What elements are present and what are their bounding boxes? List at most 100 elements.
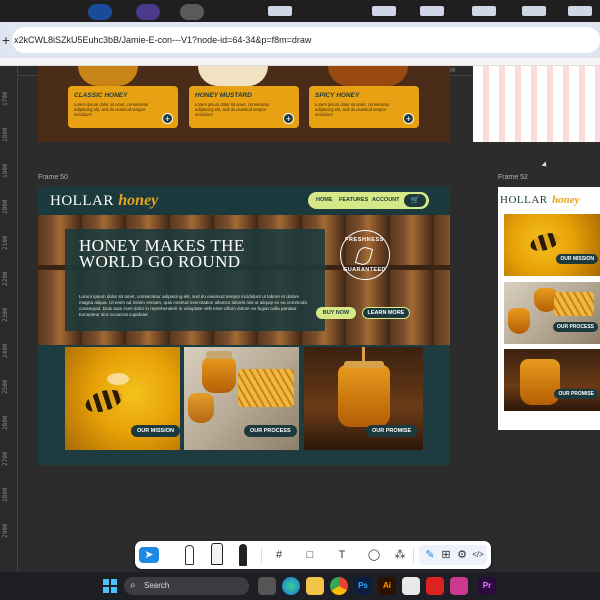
browser-tab-strip [0, 0, 600, 22]
edge-icon[interactable] [282, 577, 300, 595]
windows-start-icon[interactable] [103, 579, 117, 593]
add-button[interactable]: + [403, 113, 414, 124]
hero-body: Lorem ipsum dolor sit amet, consectetur … [79, 294, 308, 317]
comment-tool-icon[interactable]: ◯ [365, 547, 383, 563]
hero-section: HONEY MAKES THE WORLD GO ROUND Lorem ips… [38, 215, 450, 345]
dev-mode-icon[interactable]: </> [469, 547, 487, 563]
toolbar-divider [413, 547, 414, 563]
tab-icon[interactable] [372, 6, 396, 16]
process-tile[interactable]: OUR PROCESS [184, 347, 299, 450]
tab-icon[interactable] [136, 4, 160, 20]
taskbar-search[interactable]: ⌕ Search [124, 577, 249, 595]
freshness-stamp: FRESHNESS GUARANTEED [340, 230, 390, 280]
logo-text: HOLLAR [50, 193, 114, 209]
marker-tool-icon[interactable] [211, 543, 223, 565]
product-desc: Lorem ipsum dolor sit amet, consectetur … [195, 102, 270, 117]
ruler-tick: 2400 [2, 343, 9, 358]
tab-icon[interactable] [472, 6, 496, 16]
frame-52[interactable]: HOLLAR honey OUR MISSION OUR PROCESS OUR… [498, 187, 600, 430]
nav-account[interactable]: ACCOUNT [372, 197, 400, 203]
jar-image [508, 308, 530, 334]
logo[interactable]: HOLLAR honey [50, 192, 158, 210]
logo-text: HOLLAR [500, 194, 548, 206]
product-frame[interactable]: CLASSIC HONEY Lorem ipsum dolor sit amet… [38, 66, 450, 142]
jar-image [188, 393, 214, 423]
ruler-tick: 2100 [2, 235, 9, 250]
logo-accent: honey [552, 194, 580, 206]
product-card-classic[interactable]: CLASSIC HONEY Lorem ipsum dolor sit amet… [68, 86, 178, 128]
nav-features[interactable]: FEATURES [339, 197, 368, 203]
frame-tool-icon[interactable]: # [270, 547, 288, 563]
ruler-tick: 2200 [2, 271, 9, 286]
mobile-process-tile[interactable]: OUR PROCESS [504, 282, 600, 344]
shape-tool-icon[interactable]: □ [301, 547, 319, 563]
hero-card: HONEY MAKES THE WORLD GO ROUND Lorem ips… [65, 229, 325, 331]
ruler-tick: 2000 [2, 199, 9, 214]
tab-icon[interactable] [268, 6, 292, 16]
toolbar-divider [261, 547, 262, 563]
task-view-icon[interactable] [258, 577, 276, 595]
tile-label: OUR PROMISE [554, 389, 598, 399]
tab-icon[interactable] [522, 6, 546, 16]
stamp-bottom-text: GUARANTEED [343, 267, 386, 273]
stripes-frame[interactable] [473, 66, 600, 142]
buy-now-button[interactable]: BUY NOW [316, 307, 356, 319]
illustrator-icon[interactable]: Ai [378, 577, 396, 595]
url-field[interactable]: x2kCWL8iSZkU5Euhc3bB/Jamie-E-con---V1?no… [12, 27, 600, 53]
assets-tool-icon[interactable]: ⁂ [391, 547, 409, 563]
paint-icon[interactable] [402, 577, 420, 595]
tile-label: OUR PROCESS [244, 425, 297, 437]
jar-image [520, 359, 560, 405]
premiere-icon[interactable]: Pr [478, 577, 496, 595]
mobile-header: HOLLAR honey [498, 187, 600, 207]
mobile-promise-tile[interactable]: OUR PROMISE [504, 349, 600, 411]
logo-accent: honey [118, 192, 159, 209]
mission-tile[interactable]: OUR MISSION [65, 347, 180, 450]
move-tool-icon[interactable]: ➤ [139, 547, 159, 563]
design-canvas[interactable]: 0100200300400500600700800900100011001200… [0, 66, 600, 572]
bookmarks-bar [0, 58, 600, 66]
hero-title: HONEY MAKES THE WORLD GO ROUND [79, 236, 245, 271]
frame-50[interactable]: HOLLAR honey HOME FEATURES ACCOUNT 🛒 HON… [38, 187, 450, 465]
tab-icon[interactable] [180, 4, 204, 20]
add-button[interactable]: + [283, 113, 294, 124]
ruler-left: 1700 1800 1900 2000 2100 2200 2300 2400 2500 2600… [0, 66, 18, 572]
product-card-spicy[interactable]: SPICY HONEY Lorem ipsum dolor sit amet, … [309, 86, 419, 128]
tab-icon[interactable] [88, 4, 112, 20]
app-icon[interactable] [450, 577, 468, 595]
mobile-mission-tile[interactable]: OUR MISSION [504, 214, 600, 276]
learn-more-button[interactable]: LEARN MORE [362, 307, 410, 319]
bee-icon [528, 229, 562, 255]
tab-icon[interactable] [420, 6, 444, 16]
chrome-icon[interactable] [330, 577, 348, 595]
photoshop-icon[interactable]: Ps [354, 577, 372, 595]
tab-icon[interactable] [568, 6, 592, 16]
product-desc: Lorem ipsum dolor sit amet, consectetur … [74, 102, 149, 117]
stamp-top-text: FRESHNESS [344, 237, 385, 243]
product-card-mustard[interactable]: HONEY MUSTARD Lorem ipsum dolor sit amet… [189, 86, 299, 128]
jar-lid [206, 351, 232, 359]
logo[interactable]: HOLLAR honey [500, 190, 580, 208]
text-tool-icon[interactable]: T [333, 547, 351, 563]
frame-50-label[interactable]: Frame 50 [38, 174, 68, 181]
new-tab-button[interactable]: + [0, 22, 12, 58]
product-title: SPICY HONEY [315, 92, 360, 99]
ruler-tick: 2500 [2, 379, 9, 394]
jar-image [338, 365, 390, 427]
file-explorer-icon[interactable] [306, 577, 324, 595]
product-title: CLASSIC HONEY [74, 92, 128, 99]
frame-52-label[interactable]: Frame 52 [498, 174, 528, 181]
pen-tool-icon[interactable] [185, 545, 194, 565]
promise-tile[interactable]: OUR PROMISE [304, 347, 423, 450]
site-header: HOLLAR honey HOME FEATURES ACCOUNT 🛒 [38, 187, 450, 215]
acrobat-icon[interactable] [426, 577, 444, 595]
ruler-tick: 1700 [2, 91, 9, 106]
jar-image [202, 357, 236, 393]
ruler-tick: 2700 [2, 451, 9, 466]
bee-icon [82, 385, 126, 417]
nav-home[interactable]: HOME [316, 197, 333, 203]
cart-icon[interactable]: 🛒 [404, 194, 426, 207]
ruler-tick: 2300 [2, 307, 9, 322]
pencil-tool-icon[interactable] [239, 544, 247, 566]
add-button[interactable]: + [162, 113, 173, 124]
